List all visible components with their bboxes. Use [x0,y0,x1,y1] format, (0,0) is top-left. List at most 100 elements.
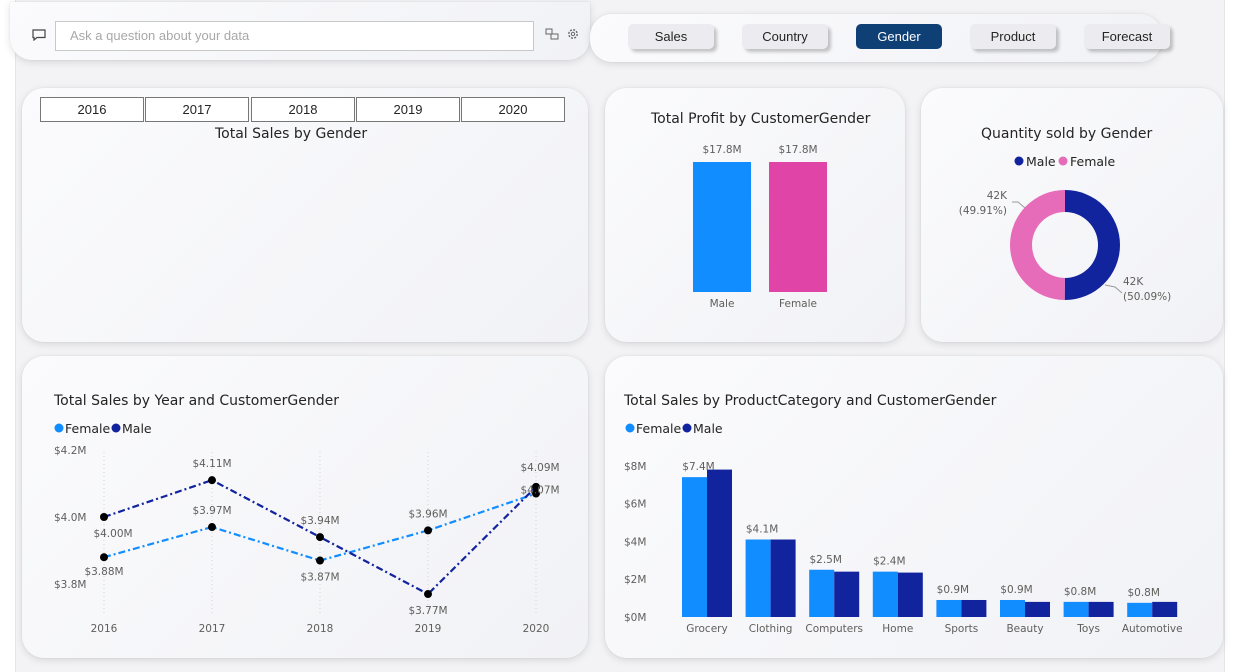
qa-explore-icon[interactable] [544,27,560,43]
year-button-2016[interactable]: 2016 [40,97,144,122]
year-button-2020[interactable]: 2020 [461,97,565,122]
data-label: $0.8M [1064,586,1096,598]
line-chart: Female Male $3.8M $4.0M $4.2M 2016 2017 2018 201… [54,421,560,635]
slice-female [1010,190,1065,300]
nav-button-product[interactable]: Product [970,24,1056,49]
y-tick-label: $3.8M [54,579,86,591]
y-tick-label: $4.0M [54,512,86,524]
chat-icon [32,29,46,41]
nav-button-forecast[interactable]: Forecast [1084,24,1170,49]
leader-line [1012,201,1026,209]
legend-marker-female [625,423,635,433]
legend-marker-male [1014,156,1024,166]
data-point-female [100,553,108,562]
data-point-male [316,533,324,542]
bar-female [936,599,962,617]
data-point-female [208,523,216,532]
bar-female [809,569,835,617]
data-label: 42K [987,190,1008,202]
y-tick-label: $4M [624,536,646,548]
qa-visual: Ask a question about your data [10,2,590,60]
year-button-2019[interactable]: 2019 [356,97,460,122]
qa-search-input[interactable]: Ask a question about your data [55,21,534,51]
data-label: (50.09%) [1123,291,1171,303]
data-label: $17.8M [778,144,817,156]
y-tick-label: $8M [624,461,646,473]
x-tick-label: 2018 [307,623,334,635]
bar-male [834,571,860,617]
x-tick-label: 2020 [523,623,550,635]
data-point-male [100,513,108,521]
data-label: $4.09M [520,462,559,474]
year-button-2017[interactable]: 2017 [145,97,249,122]
legend-label: Female [65,421,111,436]
category-label: Male [710,298,735,310]
bar-female [745,539,771,617]
legend-label: Female [1070,154,1116,169]
slice-male [1064,190,1121,300]
bar-male [693,162,751,292]
category-label: Toys [1076,623,1100,635]
data-label: $4.07M [520,485,559,497]
bar-female [872,571,898,617]
category-label: Sports [945,623,979,635]
category-label: Automotive [1122,623,1183,635]
legend-marker-male [682,423,692,433]
bar-male [1088,601,1114,617]
data-label: $4.1M [746,524,778,536]
category-label: Female [779,298,817,310]
x-tick-label: 2016 [91,623,118,635]
data-label: 42K [1123,276,1144,288]
profit-chart: $17.8M Male $17.8M Female [693,144,827,310]
bar-female [682,477,707,617]
data-label: $2.4M [873,556,905,568]
data-point-male [424,590,432,599]
data-label: $4.00M [93,528,132,540]
legend-marker-female [1058,156,1068,166]
data-label: $0.9M [937,584,969,596]
chart-title: Total Sales by Gender [215,126,368,142]
nav-button-country[interactable]: Country [742,24,828,49]
data-label: $2.5M [809,554,841,566]
data-label: $0.8M [1127,587,1159,599]
bar-male [897,572,923,617]
data-label: $3.96M [408,508,447,520]
data-label: $7.4M [682,461,714,473]
data-label: $3.97M [192,505,231,517]
gear-icon[interactable] [565,27,581,43]
legend-marker-male [111,423,121,433]
legend-label: Male [693,421,723,436]
category-label: Grocery [686,623,727,635]
data-point-female [424,526,432,535]
y-tick-label: $0M [624,612,646,624]
y-tick-label: $6M [624,499,646,511]
nav-button-gender[interactable]: Gender [856,24,942,49]
legend-label: Male [1026,154,1056,169]
data-point-male [208,476,216,485]
bar-male [1025,601,1050,617]
data-label: $3.77M [408,605,447,617]
nav-button-sales[interactable]: Sales [628,24,714,49]
category-bar-chart: Female Male $0M $2M $4M $6M $8M $7.4M Grocery $4.… [624,421,1183,635]
data-label: $17.8M [702,144,741,156]
donut-chart: Male Female 42K (50.09%) 42K (49.91%) [959,154,1171,303]
category-label: Home [882,623,913,635]
category-label: Computers [805,623,863,635]
bar-female [1000,599,1025,617]
x-tick-label: 2017 [199,623,226,635]
y-tick-label: $4.2M [54,445,86,457]
x-tick-label: 2019 [415,623,442,635]
bar-male [770,539,796,617]
bar-female [1063,601,1089,617]
data-point-female [316,556,324,565]
leader-line [1104,284,1123,294]
bar-female [769,162,827,292]
data-label: $3.87M [300,572,339,584]
data-label: $3.94M [300,515,339,527]
bar-male [707,469,732,617]
bar-male [1152,601,1178,617]
year-button-2018[interactable]: 2018 [251,97,355,122]
data-label: $0.9M [1000,584,1032,596]
bar-female [1127,602,1153,617]
bar-male [961,599,987,617]
